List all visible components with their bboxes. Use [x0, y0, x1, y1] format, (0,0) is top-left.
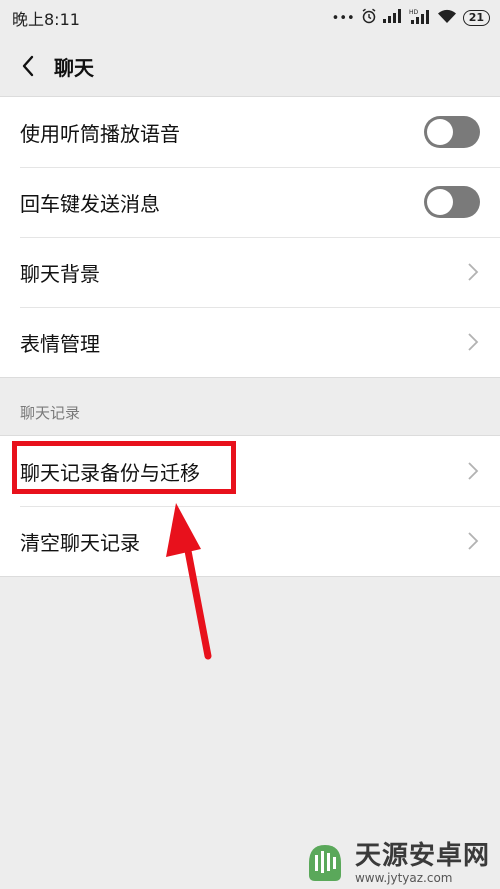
chevron-right-icon: [468, 333, 479, 351]
enter-send-setting-label: 回车键发送消息: [20, 191, 160, 216]
status-icons: ••• HD 21: [332, 8, 490, 28]
toggle-knob: [427, 119, 453, 145]
chevron-right-icon: [468, 263, 479, 281]
watermark-text: 天源安卓网 www.jytyaz.com: [355, 841, 490, 885]
status-time: 晚上8:11: [12, 10, 80, 29]
chat-settings-group: 使用听筒播放语音 回车键发送消息 聊天背景 表情管理: [0, 96, 500, 378]
chevron-right-icon: [468, 462, 479, 480]
watermark-url: www.jytyaz.com: [354, 871, 453, 885]
earpiece-toggle[interactable]: [424, 116, 480, 148]
android-logo-icon: [308, 845, 341, 881]
chat-history-section-header: 聊天记录: [20, 404, 81, 422]
clear-history-row[interactable]: 清空聊天记录: [0, 506, 500, 576]
wifi-icon: [437, 9, 457, 28]
back-icon[interactable]: [14, 52, 42, 80]
chat-background-row[interactable]: 聊天背景: [0, 237, 500, 307]
battery-icon: 21: [462, 10, 490, 26]
watermark-title: 天源安卓网: [354, 841, 490, 871]
watermark: 天源安卓网 www.jytyaz.com: [303, 841, 490, 885]
nav-bar: 聊天: [0, 36, 500, 96]
earpiece-setting-label: 使用听筒播放语音: [20, 121, 180, 146]
clear-history-label: 清空聊天记录: [20, 530, 140, 555]
alarm-icon: [361, 8, 377, 28]
chevron-right-icon: [468, 532, 479, 550]
emoji-management-label: 表情管理: [20, 331, 100, 356]
toggle-knob: [427, 189, 453, 215]
earpiece-setting-row: 使用听筒播放语音: [0, 97, 500, 167]
enter-send-setting-row: 回车键发送消息: [0, 167, 500, 237]
more-dots-icon: •••: [331, 10, 355, 26]
svg-text:HD: HD: [409, 9, 419, 16]
enter-send-toggle[interactable]: [424, 186, 480, 218]
signal-icon: [382, 9, 403, 27]
page-title: 聊天: [54, 55, 94, 80]
chat-background-label: 聊天背景: [20, 261, 100, 286]
signal-hd-icon: HD: [409, 8, 431, 28]
emoji-management-row[interactable]: 表情管理: [0, 307, 500, 377]
status-bar: 晚上8:11 ••• HD 21: [0, 0, 500, 36]
highlight-box: [12, 441, 236, 494]
